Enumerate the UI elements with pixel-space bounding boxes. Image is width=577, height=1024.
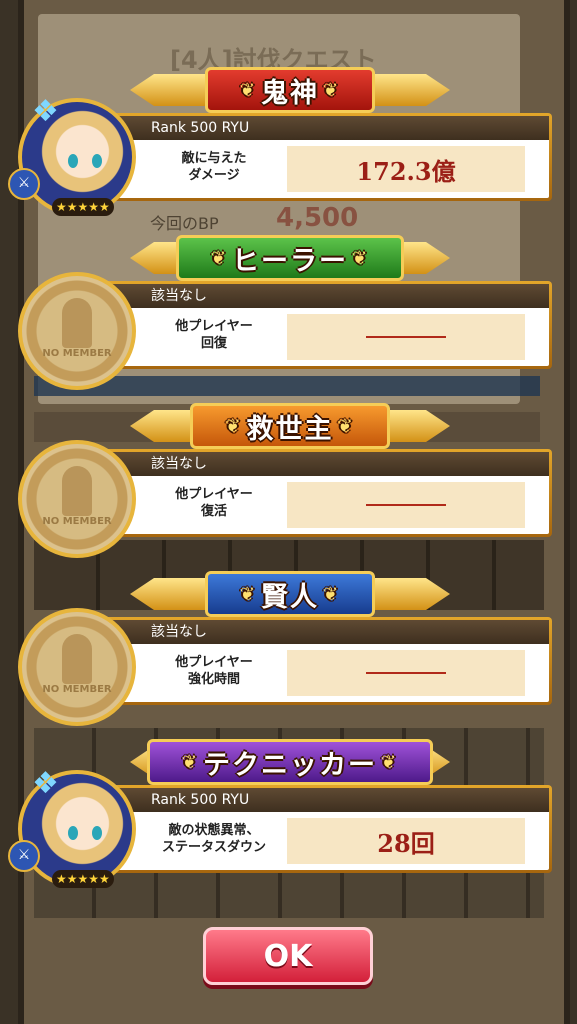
award-label: 敵の状態異常、 ステータスダウン bbox=[149, 822, 279, 856]
award-title: 賢人 bbox=[261, 581, 319, 613]
no-value-dash bbox=[366, 336, 446, 338]
award-label-line1: 他プレイヤー bbox=[175, 487, 253, 502]
award-card: 該当なし 他プレイヤー 復活 bbox=[96, 449, 552, 537]
award-title: 救世主 bbox=[246, 413, 334, 445]
character-portrait[interactable]: ❖ ⚔ ★★★★★ bbox=[8, 94, 136, 216]
award-label-line2: 復活 bbox=[200, 504, 227, 519]
award-player: 該当なし bbox=[99, 452, 549, 476]
rarity-stars: ★★★★★ bbox=[52, 198, 114, 216]
laurel-icon: ❦ bbox=[323, 79, 341, 101]
no-member-label: NO MEMBER bbox=[42, 516, 112, 527]
award-label-line1: 敵の状態異常、 bbox=[168, 823, 260, 838]
award-label-line2: ダメージ bbox=[188, 168, 240, 183]
award-title: ヒーラー bbox=[232, 245, 348, 277]
award-label: 他プレイヤー 強化時間 bbox=[149, 654, 279, 688]
award-player: Rank 500 RYU bbox=[99, 116, 549, 140]
award-player: Rank 500 RYU bbox=[99, 788, 549, 812]
award-label-line2: 回復 bbox=[200, 336, 227, 351]
no-value-dash bbox=[366, 672, 446, 674]
laurel-icon: ❦ bbox=[337, 415, 355, 437]
award-card: 該当なし 他プレイヤー 強化時間 bbox=[96, 617, 552, 705]
no-member-portrait: NO MEMBER bbox=[18, 272, 136, 390]
no-value-dash bbox=[366, 504, 446, 506]
eye-icon bbox=[92, 826, 102, 840]
laurel-icon: ❦ bbox=[225, 415, 243, 437]
eye-icon bbox=[68, 826, 78, 840]
laurel-icon: ❦ bbox=[381, 751, 399, 773]
laurel-icon: ❦ bbox=[210, 247, 228, 269]
award-label-line1: 他プレイヤー bbox=[175, 319, 253, 334]
award-banner-sage: ❦ 賢人 ❦ bbox=[130, 571, 450, 617]
award-value: 172.3億 bbox=[287, 146, 525, 192]
weapon-type-icon: ⚔ bbox=[8, 840, 40, 872]
laurel-icon: ❦ bbox=[239, 583, 257, 605]
award-title-plate: ❦ 賢人 ❦ bbox=[204, 571, 376, 617]
award-card: 該当なし 他プレイヤー 回復 bbox=[96, 281, 552, 369]
award-banner-kishin: ❦ 鬼神 ❦ bbox=[130, 67, 450, 113]
award-label-line1: 敵に与えた bbox=[181, 151, 247, 166]
laurel-icon: ❦ bbox=[323, 583, 341, 605]
award-banner-healer: ❦ ヒーラー ❦ bbox=[130, 235, 450, 281]
no-member-portrait: NO MEMBER bbox=[18, 440, 136, 558]
laurel-icon: ❦ bbox=[239, 79, 257, 101]
eye-icon bbox=[68, 154, 78, 168]
no-member-label: NO MEMBER bbox=[42, 684, 112, 695]
award-banner-savior: ❦ 救世主 ❦ bbox=[130, 403, 450, 449]
award-title-plate: ❦ 救世主 ❦ bbox=[190, 403, 390, 449]
award-title: テクニッカー bbox=[203, 749, 377, 781]
award-player: 該当なし bbox=[99, 620, 549, 644]
crystal-icon: ❖ bbox=[32, 766, 59, 801]
award-label-line2: 強化時間 bbox=[187, 672, 240, 687]
award-card: Rank 500 RYU 敵の状態異常、 ステータスダウン 28回 bbox=[96, 785, 552, 873]
laurel-icon: ❦ bbox=[181, 751, 199, 773]
background-bp-value: 4,500 bbox=[276, 203, 359, 233]
silhouette-icon bbox=[62, 466, 92, 516]
laurel-icon: ❦ bbox=[352, 247, 370, 269]
award-player: 該当なし bbox=[99, 284, 549, 308]
award-banner-technicker: ❦ テクニッカー ❦ bbox=[130, 739, 450, 785]
no-member-portrait: NO MEMBER bbox=[18, 608, 136, 726]
award-title-plate: ❦ ヒーラー ❦ bbox=[175, 235, 405, 281]
silhouette-icon bbox=[62, 298, 92, 348]
award-label: 他プレイヤー 復活 bbox=[149, 486, 279, 520]
award-label-line1: 他プレイヤー bbox=[175, 655, 253, 670]
award-value bbox=[287, 650, 525, 696]
character-portrait[interactable]: ❖ ⚔ ★★★★★ bbox=[8, 766, 136, 888]
no-member-label: NO MEMBER bbox=[42, 348, 112, 359]
rarity-stars: ★★★★★ bbox=[52, 870, 114, 888]
crystal-icon: ❖ bbox=[32, 94, 59, 129]
silhouette-icon bbox=[62, 634, 92, 684]
award-title: 鬼神 bbox=[261, 77, 319, 109]
award-title-plate: ❦ 鬼神 ❦ bbox=[204, 67, 376, 113]
award-label: 敵に与えた ダメージ bbox=[149, 150, 279, 184]
award-value bbox=[287, 482, 525, 528]
eye-icon bbox=[92, 154, 102, 168]
award-label-line2: ステータスダウン bbox=[161, 840, 266, 855]
ok-button[interactable]: OK bbox=[203, 927, 373, 985]
weapon-type-icon: ⚔ bbox=[8, 168, 40, 200]
background-bp-label: 今回のBP bbox=[150, 214, 219, 233]
award-value bbox=[287, 314, 525, 360]
award-title-plate: ❦ テクニッカー ❦ bbox=[146, 739, 434, 785]
award-card: Rank 500 RYU 敵に与えた ダメージ 172.3億 bbox=[96, 113, 552, 201]
award-label: 他プレイヤー 回復 bbox=[149, 318, 279, 352]
award-value: 28回 bbox=[287, 818, 525, 864]
